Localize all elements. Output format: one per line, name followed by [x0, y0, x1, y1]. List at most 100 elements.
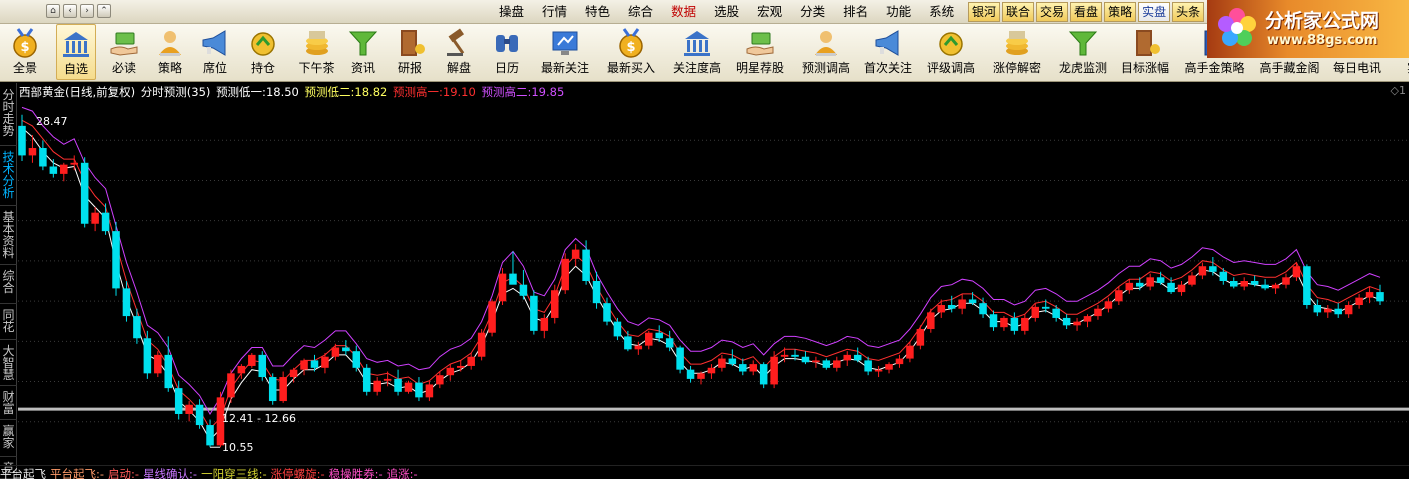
side-tab-1[interactable]: 技术分析 [0, 148, 17, 206]
menu-item-8[interactable]: 排名 [834, 3, 877, 21]
kline-chart[interactable]: 28.47 10.55 12.41 - 12.66 [18, 100, 1409, 462]
signal-label-6: 稳操胜券:- [328, 467, 383, 479]
candle [101, 203, 110, 235]
up-icon[interactable]: ⌃ [97, 4, 111, 18]
top-tab-5[interactable]: 实盘 [1138, 2, 1171, 22]
candle [488, 299, 496, 337]
menu-item-5[interactable]: 选股 [705, 3, 748, 21]
purple-line [21, 106, 1381, 415]
side-tab-2[interactable]: 基本资料 [0, 208, 17, 265]
candle [822, 358, 831, 370]
signal-label-3: 星线确认:- [143, 467, 198, 479]
side-tabs: 分时走势 技术分析 基本资料 综合 同花 大智慧 财富 赢家竞 [0, 83, 17, 479]
bank-icon [684, 31, 710, 56]
toolbar-button-0[interactable]: $ 全景 [5, 24, 45, 80]
candle [28, 135, 37, 163]
high1-value: 19.10 [442, 85, 476, 99]
menu-item-9[interactable]: 功能 [877, 3, 920, 21]
menu-item-0[interactable]: 操盘 [490, 3, 533, 21]
toolbar-label: 涨停解密 [992, 61, 1041, 75]
toolbar-button-3[interactable]: 策略 [150, 24, 190, 80]
candle [498, 268, 507, 306]
menu-item-1[interactable]: 行情 [533, 3, 576, 21]
top-tab-0[interactable]: 银河 [968, 2, 1001, 22]
candle [143, 330, 152, 379]
top-tab-2[interactable]: 交易 [1036, 2, 1069, 22]
toolbar-label: 最新买入 [606, 61, 655, 75]
candle [80, 157, 89, 228]
side-tab-4[interactable]: 同花 [0, 306, 17, 340]
candle [279, 371, 287, 403]
candle [728, 349, 737, 366]
candle [60, 162, 68, 182]
toolbar-button-11[interactable]: 最新关注 [534, 24, 596, 80]
side-tab-7[interactable]: 赢家 [0, 422, 17, 457]
candle [979, 297, 987, 318]
candle [425, 380, 434, 402]
top-tab-6[interactable]: 头条 [1172, 2, 1205, 22]
toolbar-button-10[interactable]: 日历 [487, 24, 527, 80]
menu-item-7[interactable]: 分类 [791, 3, 834, 21]
side-tab-6[interactable]: 财富 [0, 388, 17, 420]
toolbar-button-12[interactable]: $ 最新买入 [600, 24, 662, 80]
forward-icon[interactable]: › [80, 4, 94, 18]
toolbar-button-20[interactable]: 目标涨幅 [1114, 24, 1176, 80]
candle [174, 380, 183, 420]
candle [154, 351, 162, 378]
white-line [21, 127, 1381, 441]
coins-icon [305, 31, 328, 55]
toolbar-button-5[interactable]: 持仓 [243, 24, 283, 80]
candle [749, 360, 757, 376]
toolbar-button-6[interactable]: 下午茶 [292, 24, 341, 80]
top-tab-3[interactable]: 看盘 [1070, 2, 1103, 22]
candle [1261, 279, 1269, 291]
toolbar: $ 全景 自选 必读 策略 席位 持仓 下午茶 资讯 研报 解盘 日历 最新关注 $ 最新买入 关注度高 明星荐… [0, 24, 1409, 82]
menu-item-10[interactable]: 系统 [920, 3, 963, 21]
monitor-icon [552, 31, 578, 55]
stock-title: 西部黄金(日线,前复权) [19, 85, 136, 99]
candle [91, 207, 99, 232]
signal-label-4: 一阳穿三线:- [201, 467, 267, 479]
medal-icon: $ [13, 28, 37, 58]
candle [759, 362, 768, 389]
menu-item-6[interactable]: 宏观 [748, 3, 791, 21]
toolbar-button-18[interactable]: 涨停解密 [986, 24, 1048, 80]
megaphone-icon [875, 30, 899, 56]
side-tab-5[interactable]: 大智慧 [0, 342, 17, 386]
toolbar-button-15[interactable]: 预测调高 [795, 24, 857, 80]
toolbar-button-9[interactable]: 解盘 [439, 24, 479, 80]
hand-money-icon [746, 32, 774, 56]
side-tab-0[interactable]: 分时走势 [0, 86, 17, 146]
toolbar-button-16[interactable]: 首次关注 [857, 24, 919, 80]
top-tab-1[interactable]: 联合 [1002, 2, 1035, 22]
menu-item-3[interactable]: 综合 [619, 3, 662, 21]
bottom-signal-line: 平台起飞 平台起飞:- 启动:- 星线确认:- 一阳穿三线:- 涨停螺旋:- 稳操胜券:- 追… [0, 465, 1409, 479]
coins-icon [1006, 31, 1028, 55]
home-icon[interactable]: ⌂ [46, 4, 60, 18]
candle [1282, 273, 1290, 289]
toolbar-button-7[interactable]: 资讯 [343, 24, 383, 80]
toolbar-button-17[interactable]: 评级调高 [920, 24, 982, 80]
toolbar-button-19[interactable]: 龙虎监测 [1052, 24, 1114, 80]
toolbar-button-13[interactable]: 关注度高 [666, 24, 728, 80]
back-icon[interactable]: ‹ [63, 4, 77, 18]
candle [164, 336, 173, 392]
candle [1240, 277, 1248, 291]
toolbar-button-8[interactable]: 研报 [390, 24, 430, 80]
menu-item-2[interactable]: 特色 [576, 3, 619, 21]
toolbar-button-2[interactable]: 必读 [104, 24, 144, 80]
candle [739, 358, 747, 376]
menu-item-4[interactable]: 数据 [662, 3, 705, 21]
toolbar-button-4[interactable]: 席位 [195, 24, 235, 80]
toolbar-label: 目标涨幅 [1120, 61, 1169, 75]
candle [697, 371, 705, 385]
candle [310, 354, 319, 372]
side-tab-3[interactable]: 综合 [0, 267, 17, 304]
hand-money-icon [110, 32, 138, 56]
toolbar-button-1[interactable]: 自选 [56, 24, 96, 80]
candle [571, 244, 580, 267]
person-icon [159, 31, 181, 56]
candle [603, 297, 611, 326]
toolbar-button-14[interactable]: 明星荐股 [729, 24, 791, 80]
top-tab-4[interactable]: 策略 [1104, 2, 1137, 22]
